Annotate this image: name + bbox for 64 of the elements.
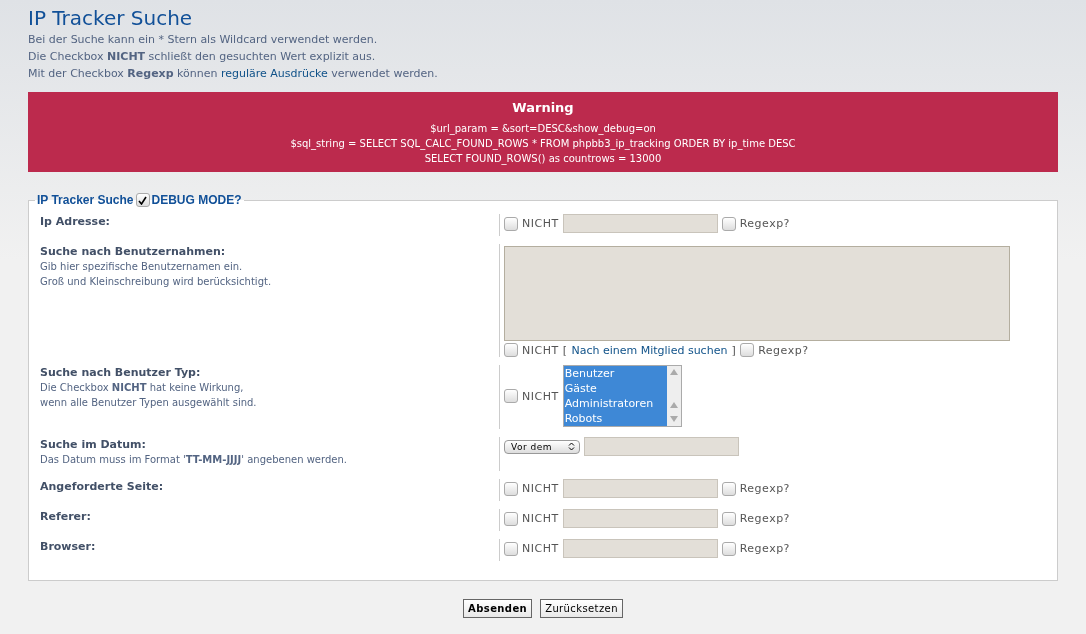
intro-text: Bei der Suche kann ein * Stern als Wildcard verwendet werden. (28, 32, 379, 47)
warning-title: Warning (512, 100, 574, 115)
intro-text: Die Checkbox NICHT schließt den gesuchten Wert explizit aus. (28, 49, 377, 64)
checkbox[interactable] (504, 216, 518, 231)
textarea-field[interactable] (504, 246, 1010, 341)
checkbox[interactable] (504, 343, 518, 357)
field-label: Referer: (40, 509, 92, 524)
checkbox-label: NICHT (522, 512, 559, 525)
debug-line: $sql_string = SELECT SQL_CALC_FOUND_ROWS * FROM phpbb3_ip_tracking ORDER BY ip_time DESC (290, 137, 796, 151)
list-option[interactable]: Benutzer (563, 366, 667, 381)
checkbox[interactable] (504, 481, 518, 496)
list-option[interactable]: Gäste (563, 381, 667, 396)
checkbox[interactable] (504, 511, 518, 526)
input-field[interactable] (562, 539, 718, 558)
field-label: Ip Adresse: (40, 214, 112, 229)
input-field[interactable] (562, 479, 718, 498)
field-label: Suche im Datum: (40, 437, 147, 452)
checkbox[interactable] (721, 481, 736, 496)
form-button[interactable]: Zurücksetzen (540, 599, 623, 618)
field-description: Das Datum muss im Format 'TT-MM-JJJJ' angebenen werden. (40, 454, 347, 465)
date-input-field[interactable] (584, 437, 739, 456)
checkbox-label: NICHT (522, 389, 559, 403)
checkbox-label: NICHT (522, 217, 559, 230)
debug-label: DEBUG MODE? (151, 193, 242, 207)
checkbox-label: Regexp? (758, 343, 809, 357)
chevron-icon (568, 442, 575, 451)
checkbox-label: Regexp? (739, 542, 790, 555)
checkbox[interactable] (721, 216, 736, 231)
field-label: Angeforderte Seite: (40, 479, 165, 494)
user-type-listbox[interactable]: Benutzer Gäste Administratoren Robots (562, 365, 682, 427)
field-description: Die Checkbox NICHT hat keine Wirkung, (40, 382, 244, 393)
input-field[interactable] (562, 509, 718, 528)
list-option[interactable]: Administratoren (563, 396, 667, 411)
member-search-link[interactable]: Nach einem Mitglied suchen (571, 343, 728, 357)
field-description: Gib hier spezifische Benutzernamen ein. (40, 261, 243, 272)
list-option[interactable]: Robots (563, 411, 667, 426)
field-label: Browser: (40, 539, 97, 554)
panel-title: IP Tracker Suche (37, 193, 134, 207)
regex-link[interactable]: reguläre Ausdrücke (220, 67, 328, 80)
checkbox-label: NICHT (522, 542, 559, 555)
intro-text: Mit der Checkbox Regexp können reguläre Ausdrücke verwendet werden. (28, 66, 439, 81)
debug-line: SELECT FOUND_ROWS() as countrows = 13000 (424, 152, 662, 166)
field-description: Groß und Kleinschreibung wird berücksichtigt. (40, 276, 272, 287)
checkbox[interactable] (135, 193, 150, 207)
form-button[interactable]: Absenden (463, 599, 533, 618)
checkbox-label: Regexp? (739, 217, 790, 230)
field-description: wenn alle Benutzer Typen ausgewählt sind. (40, 397, 257, 408)
checkbox[interactable] (721, 511, 736, 526)
field-label: Suche nach Benutzernahmen: (40, 244, 227, 259)
bracket-text: ] (731, 343, 737, 357)
checkbox-label: Regexp? (739, 482, 790, 495)
checkbox-label: Regexp? (739, 512, 790, 525)
checkbox[interactable] (504, 389, 518, 403)
checkbox-label: NICHT (522, 482, 559, 495)
checkbox[interactable] (504, 541, 518, 556)
date-mode-select[interactable]: Vor dem (504, 439, 580, 454)
bracket-text: [ (562, 343, 568, 357)
checkbox-label: NICHT (522, 343, 559, 357)
field-label: Suche nach Benutzer Typ: (40, 365, 202, 380)
input-field[interactable] (562, 214, 718, 233)
page-title: IP Tracker Suche (28, 6, 194, 30)
debug-line: $url_param = &sort=DESC&show_debug=on (430, 122, 656, 136)
checkbox[interactable] (721, 541, 736, 556)
checkbox[interactable] (740, 343, 755, 357)
